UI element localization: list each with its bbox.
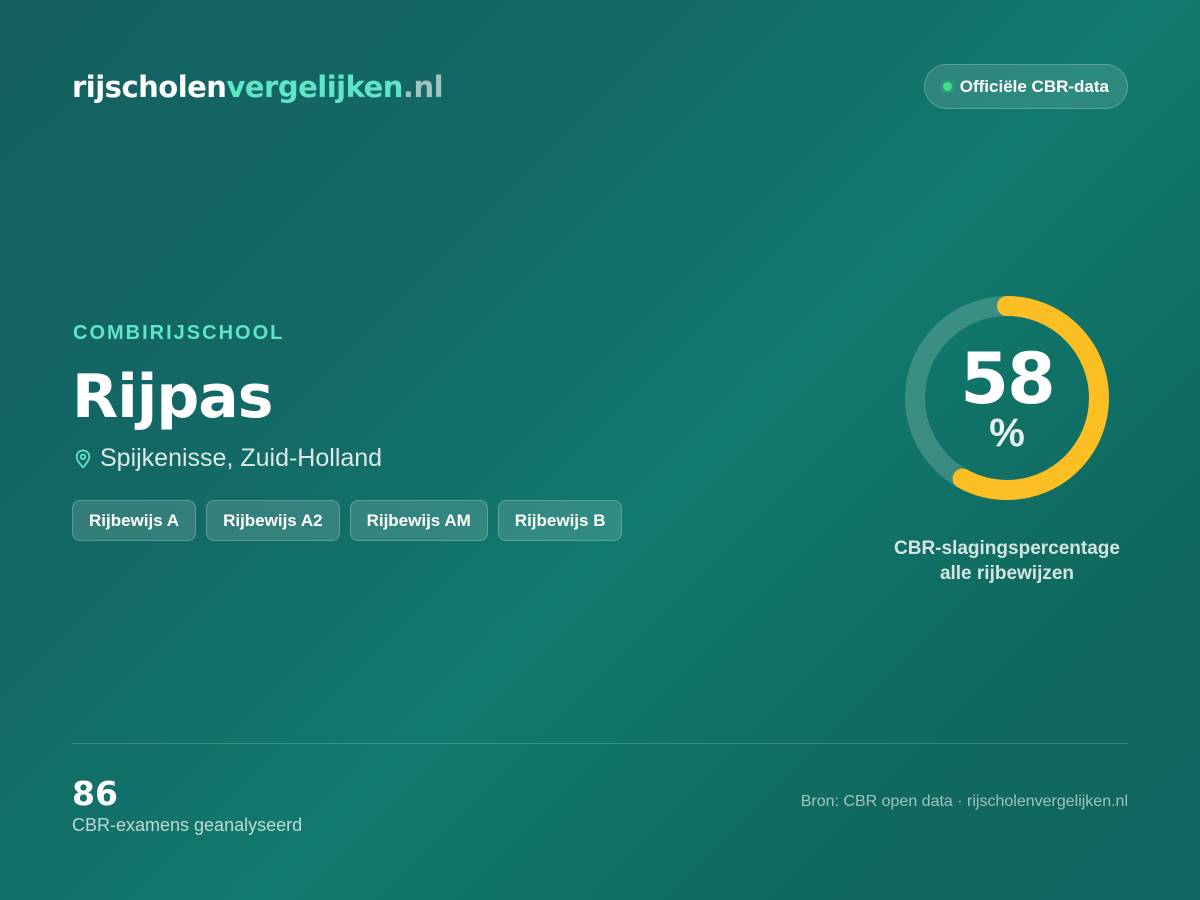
- license-tag[interactable]: Rijbewijs AM: [349, 500, 488, 541]
- pass-rate-value: 58: [960, 338, 1055, 420]
- exams-count: 86: [72, 774, 118, 813]
- pass-rate-caption-line2: alle rijbewijzen: [939, 563, 1075, 584]
- school-name: Rijpas: [72, 362, 273, 432]
- map-pin-icon: [75, 449, 91, 469]
- logo-part-tld: .nl: [402, 70, 444, 104]
- source-credit: Bron: CBR open data · rijscholenvergelij…: [800, 793, 1128, 810]
- school-category: COMBIRIJSCHOOL: [73, 322, 285, 344]
- license-tag[interactable]: Rijbewijs A: [72, 500, 197, 541]
- footer-divider: [72, 743, 1128, 744]
- license-tag[interactable]: Rijbewijs B: [497, 500, 623, 541]
- official-data-badge: Officiële CBR-data: [923, 64, 1128, 109]
- pass-rate-caption: CBR-slagingspercentage alle rijbewijzen: [857, 536, 1157, 586]
- status-dot-icon: [942, 82, 952, 91]
- site-logo[interactable]: rijscholenvergelijken.nl: [72, 70, 444, 104]
- pass-rate-gauge: 58 %: [903, 294, 1111, 502]
- location-text: Spijkenisse, Zuid-Holland: [100, 444, 383, 472]
- license-tag[interactable]: Rijbewijs A2: [206, 500, 340, 541]
- pass-rate-unit: %: [989, 411, 1025, 455]
- logo-part-vergelijken: vergelijken: [226, 70, 403, 104]
- license-tags: Rijbewijs A Rijbewijs A2 Rijbewijs AM Ri…: [72, 500, 623, 541]
- school-location: Spijkenisse, Zuid-Holland: [74, 444, 382, 473]
- exams-label: CBR-examens geanalyseerd: [72, 815, 303, 835]
- badge-label: Officiële CBR-data: [959, 76, 1109, 96]
- logo-part-rijscholen: rijscholen: [72, 70, 227, 104]
- pass-rate-caption-line1: CBR-slagingspercentage: [894, 538, 1120, 559]
